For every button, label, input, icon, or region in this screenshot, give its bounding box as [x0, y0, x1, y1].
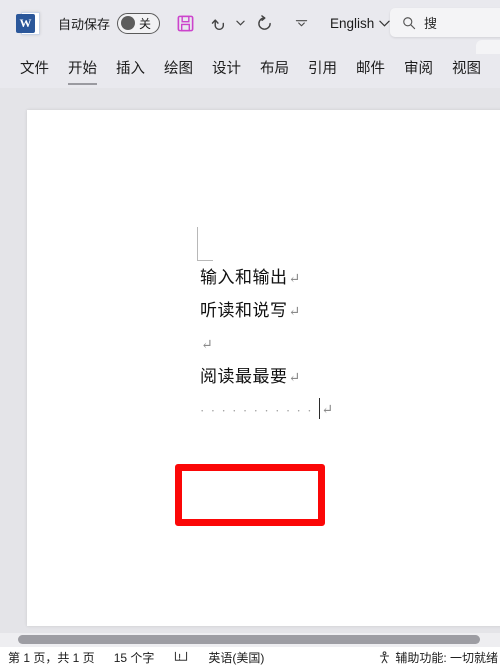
redo-button[interactable] — [249, 8, 279, 38]
paragraph-mark-icon: ↵ — [201, 338, 213, 353]
autosave-toggle[interactable]: 关 — [117, 12, 161, 34]
search-input-placeholder: 搜 — [424, 16, 438, 31]
language-selector[interactable]: English — [330, 16, 390, 31]
status-accessibility-label: 辅助功能: 一切就绪 — [395, 650, 498, 665]
chevron-down-icon — [236, 20, 245, 26]
paragraph-line: 阅读最最要↵ — [200, 361, 500, 394]
accessibility-person-icon — [380, 650, 390, 663]
word-icon-letter: W — [16, 13, 35, 33]
document-text-body[interactable]: 输入和输出↵ 听读和说写↵ ↵ 阅读最最要↵ ··········· ↵ — [200, 262, 500, 425]
search-magnifier-icon — [403, 16, 416, 29]
word-app-icon: W — [16, 11, 41, 36]
autosave-toggle-knob — [121, 16, 136, 30]
paragraph-mark-icon: ↵ — [288, 305, 301, 320]
status-bar: 第 1 页，共 1 页 15 个字 英语(美国) 辅助功能: 一切就绪 — [0, 647, 500, 667]
save-button[interactable] — [170, 8, 200, 38]
status-accessibility-button[interactable]: 辅助功能: 一切就绪 — [378, 649, 498, 666]
paragraph-mark-icon: ↵ — [288, 272, 301, 287]
redo-arrow-icon — [257, 14, 271, 30]
tab-view[interactable]: 视图 — [452, 54, 481, 81]
paragraph-text: 听读和说写 — [200, 301, 288, 320]
autosave-toggle-state: 关 — [139, 16, 152, 31]
customize-quick-access-icon — [295, 20, 307, 27]
tab-home[interactable]: 开始 — [68, 54, 97, 85]
tab-mailings[interactable]: 邮件 — [356, 54, 385, 81]
tab-insert[interactable]: 插入 — [116, 54, 145, 81]
ribbon-tab-bar: 文件 开始 插入 绘图 设计 布局 引用 邮件 审阅 视图 — [0, 40, 500, 88]
tab-review[interactable]: 审阅 — [404, 54, 433, 81]
document-canvas[interactable]: 输入和输出↵ 听读和说写↵ ↵ 阅读最最要↵ ··········· ↵ — [0, 88, 500, 633]
paragraph-text: 输入和输出 — [200, 268, 288, 287]
save-floppy-icon — [177, 15, 193, 31]
tab-references[interactable]: 引用 — [308, 54, 337, 81]
paragraph-line-empty: ↵ — [200, 328, 500, 361]
margin-corner-marker — [197, 227, 213, 261]
status-language-button[interactable]: 英语(美国) — [208, 649, 264, 666]
status-proofing-button[interactable] — [174, 651, 188, 664]
status-page-count[interactable]: 第 1 页，共 1 页 — [8, 649, 95, 666]
tab-file[interactable]: 文件 — [20, 54, 49, 81]
undo-arrow-icon — [211, 18, 224, 30]
paragraph-line: 听读和说写↵ — [200, 295, 500, 328]
tab-draw[interactable]: 绘图 — [164, 54, 193, 81]
status-word-count[interactable]: 15 个字 — [114, 649, 155, 666]
tab-design[interactable]: 设计 — [212, 54, 241, 81]
search-box[interactable]: 搜 — [390, 8, 500, 37]
paragraph-mark-icon: ↵ — [321, 403, 334, 418]
tab-layout[interactable]: 布局 — [260, 54, 289, 81]
paragraph-line: 输入和输出↵ — [200, 262, 500, 295]
space-dots-line: ··········· ↵ — [200, 394, 500, 425]
customize-quick-access-button[interactable] — [286, 8, 316, 38]
undo-button[interactable] — [204, 8, 234, 38]
document-page[interactable]: 输入和输出↵ 听读和说写↵ ↵ 阅读最最要↵ ··········· ↵ — [27, 110, 500, 626]
title-bar: W 自动保存 关 English 搜 — [0, 0, 500, 46]
ribbon-corner-decoration — [476, 40, 500, 54]
space-marks: ··········· — [200, 402, 319, 418]
word-application-window: W 自动保存 关 English 搜 文件 开始 插入 绘图 设计 布局 引用 … — [0, 0, 500, 667]
autosave-label: 自动保存 — [58, 16, 111, 32]
language-label: English — [330, 15, 375, 31]
chevron-down-icon — [379, 20, 390, 27]
horizontal-scrollbar-thumb[interactable] — [18, 635, 480, 644]
undo-dropdown-caret[interactable] — [234, 8, 247, 38]
paragraph-text: 阅读最最要 — [200, 367, 288, 386]
proofing-errors-icon — [175, 651, 188, 661]
paragraph-mark-icon: ↵ — [288, 371, 301, 386]
horizontal-scrollbar[interactable] — [0, 633, 500, 647]
